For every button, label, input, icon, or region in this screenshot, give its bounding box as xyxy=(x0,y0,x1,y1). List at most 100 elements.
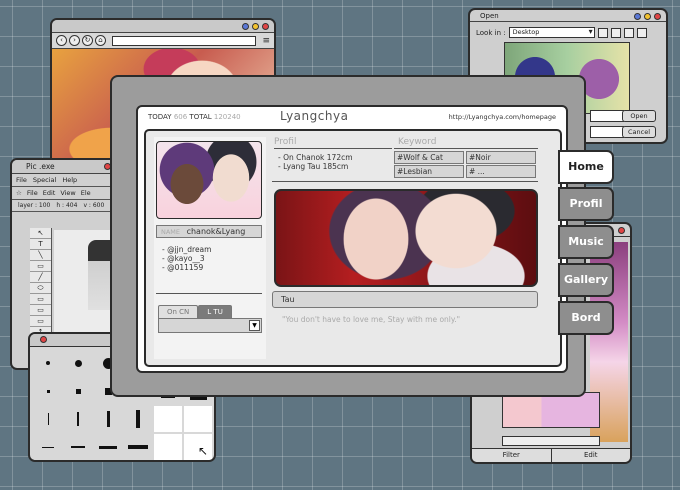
nav-tab-home[interactable]: Home xyxy=(558,150,614,184)
forward-icon[interactable]: › xyxy=(69,35,80,46)
brush-vline-1[interactable] xyxy=(34,406,62,432)
caption-bar: Tau xyxy=(272,291,538,308)
homepage-content: NAME chanok&Lyang - @jjn_dream - @kayo__… xyxy=(144,129,562,367)
brush-vline-2[interactable] xyxy=(64,406,92,432)
profile-sidebar: NAME chanok&Lyang - @jjn_dream - @kayo__… xyxy=(154,137,266,359)
gallery-footer: Filter Edit xyxy=(472,448,630,462)
brush-square-2[interactable] xyxy=(64,378,92,404)
brush-hline-1[interactable] xyxy=(34,434,62,460)
site-url[interactable]: http://Lyangchya.com/homepage xyxy=(449,113,556,121)
handle-3[interactable]: - @011159 xyxy=(162,263,211,272)
file-type-field[interactable] xyxy=(590,126,624,138)
close-button[interactable] xyxy=(40,336,47,343)
look-in-select[interactable]: Desktop xyxy=(508,27,595,38)
back-icon[interactable]: ‹ xyxy=(56,35,67,46)
tab-on-cn[interactable]: On CN xyxy=(158,305,199,318)
maximize-button[interactable] xyxy=(252,23,259,30)
browser-titlebar[interactable] xyxy=(52,20,274,33)
box-tool-icon[interactable]: ▭ xyxy=(30,316,51,327)
brush-hline-2[interactable] xyxy=(64,434,92,460)
brush-empty-3[interactable] xyxy=(154,434,182,460)
brush-empty-1[interactable] xyxy=(154,406,182,432)
menu2-edit[interactable]: Edit xyxy=(43,189,56,197)
keyword-tag-1[interactable]: #Wolf & Cat xyxy=(394,151,464,164)
profile-main: Profil - On Chanok 172cm - Lyang Tau 185… xyxy=(272,137,554,359)
menu2-view[interactable]: View xyxy=(60,189,75,197)
brush-dot-1[interactable] xyxy=(34,350,62,376)
character-select[interactable]: ▼ xyxy=(158,318,262,333)
chevron-down-icon[interactable]: ▼ xyxy=(249,320,260,331)
star-icon[interactable]: ☆ xyxy=(16,189,22,197)
select-tool-icon[interactable]: ↖ xyxy=(30,228,51,239)
nav-tab-profil[interactable]: Profil xyxy=(558,187,614,221)
nav-tab-gallery[interactable]: Gallery xyxy=(558,263,614,297)
text-tool-icon[interactable]: T xyxy=(30,239,51,250)
cursor-icon: ↖ xyxy=(197,444,208,458)
address-bar[interactable] xyxy=(112,35,257,46)
shape-tool-icon[interactable]: ▭ xyxy=(30,294,51,305)
list-view-icon[interactable] xyxy=(623,27,634,38)
keyword-tag-2[interactable]: #Noir xyxy=(466,151,536,164)
keyword-tag-3[interactable]: #Lesbian xyxy=(394,165,464,178)
home-icon[interactable]: ⌂ xyxy=(95,35,106,46)
paint-status: layer : 100 h : 404 v : 600 xyxy=(12,200,116,212)
nav-tab-music[interactable]: Music xyxy=(558,225,614,259)
profile-list: - On Chanok 172cm - Lyang Tau 185cm xyxy=(278,153,353,171)
brush-empty-2[interactable] xyxy=(184,406,212,432)
brush-vline-4[interactable] xyxy=(124,406,152,432)
open-button[interactable]: Open xyxy=(622,110,656,122)
brush-hline-4[interactable] xyxy=(124,434,152,460)
up-folder-icon[interactable] xyxy=(597,27,608,38)
brush-square-1[interactable] xyxy=(34,378,62,404)
cursor-cell[interactable]: ↖ xyxy=(184,434,212,460)
ellipse-tool-icon[interactable]: ⬭ xyxy=(30,283,51,294)
paint-menubar-2: ☆ File Edit View Ele xyxy=(12,187,116,200)
minimize-button[interactable] xyxy=(242,23,249,30)
social-handles: - @jjn_dream - @kayo__3 - @011159 xyxy=(162,245,211,272)
cancel-button[interactable]: Cancel xyxy=(622,126,656,138)
handle-2[interactable]: - @kayo__3 xyxy=(162,254,211,263)
menu-help[interactable]: Help xyxy=(62,176,77,184)
brush-dot-2[interactable] xyxy=(64,350,92,376)
brush-vline-3[interactable] xyxy=(94,406,122,432)
today-value: 606 xyxy=(173,113,188,121)
close-button[interactable] xyxy=(262,23,269,30)
menu2-file[interactable]: File xyxy=(27,189,38,197)
menu2-element[interactable]: Ele xyxy=(81,189,91,197)
handle-1[interactable]: - @jjn_dream xyxy=(162,245,211,254)
maximize-button[interactable] xyxy=(644,13,651,20)
rect-tool-icon[interactable]: ▭ xyxy=(30,261,51,272)
name-label: NAME xyxy=(161,228,181,236)
brush-hline-3[interactable] xyxy=(94,434,122,460)
total-value: 120240 xyxy=(213,113,241,121)
menu-file[interactable]: File xyxy=(16,176,27,184)
menu-icon[interactable]: ≡ xyxy=(262,36,270,46)
new-folder-icon[interactable] xyxy=(610,27,621,38)
height-readout: h : 404 xyxy=(56,202,78,209)
window-controls xyxy=(618,227,625,234)
layer-readout: layer : 100 xyxy=(18,202,51,209)
gallery-scrollbar[interactable] xyxy=(502,436,600,446)
nav-tab-bord[interactable]: Bord xyxy=(558,301,614,335)
window-controls xyxy=(634,13,661,20)
line-tool-icon[interactable]: ╲ xyxy=(30,250,51,261)
minimize-button[interactable] xyxy=(634,13,641,20)
close-button[interactable] xyxy=(618,227,625,234)
edit-button[interactable]: Edit xyxy=(552,449,631,462)
menu-special[interactable]: Special xyxy=(33,176,56,184)
name-value: chanok&Lyang xyxy=(186,227,246,236)
window-controls xyxy=(242,23,269,30)
gallery-thumbnails[interactable] xyxy=(502,392,600,428)
reload-icon[interactable]: ↻ xyxy=(82,35,93,46)
filter-button[interactable]: Filter xyxy=(472,449,552,462)
close-button[interactable] xyxy=(654,13,661,20)
tab-l-tu[interactable]: L TU xyxy=(198,305,232,318)
quote-text: "You don't have to love me, Stay with me… xyxy=(282,315,461,324)
keyword-tag-4[interactable]: # ... xyxy=(466,165,536,178)
frame-tool-icon[interactable]: ▭ xyxy=(30,305,51,316)
homepage-panel: TODAY 606 TOTAL 120240 Lyangchya http://… xyxy=(136,105,568,373)
name-box: NAME chanok&Lyang xyxy=(156,225,262,238)
settings-icon[interactable] xyxy=(636,27,647,38)
file-name-field[interactable] xyxy=(590,110,624,122)
diagonal-tool-icon[interactable]: ╱ xyxy=(30,272,51,283)
